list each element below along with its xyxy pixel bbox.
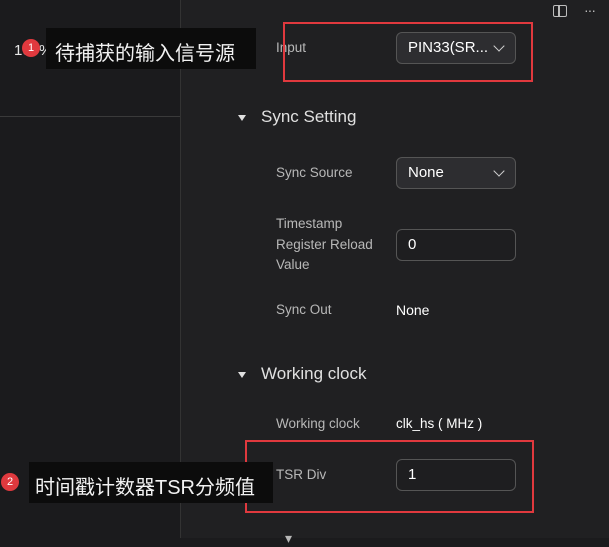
more-actions-icon[interactable]: ··· (584, 2, 596, 18)
split-editor-icon[interactable] (553, 5, 567, 17)
timestamp-label-line2: Register Reload (276, 236, 373, 252)
annotation-badge-2: 2 (1, 473, 19, 491)
collapse-caret-icon[interactable] (238, 115, 246, 121)
highlight-input (283, 22, 533, 82)
timestamp-label-line1: Timestamp (276, 216, 343, 231)
sync-source-value: None (408, 164, 444, 181)
working-clock-value: clk_hs ( MHz ) (396, 416, 483, 431)
timestamp-label: Timestamp Register Reload Value (276, 214, 373, 276)
left-divider (0, 116, 180, 117)
annotation-text-1: 待捕获的输入信号源 (55, 43, 235, 65)
timestamp-label-line3: Value (276, 257, 310, 272)
section-sync-setting[interactable]: Sync Setting (261, 107, 356, 127)
annotation-badge-1: 1 (22, 39, 40, 57)
left-pane (0, 0, 180, 538)
section-working-clock[interactable]: Working clock (261, 364, 367, 384)
annotation-callout-2: 时间戳计数器TSR分频值 (29, 462, 273, 503)
sync-out-label: Sync Out (276, 302, 332, 317)
annotation-text-2: 时间戳计数器TSR分频值 (35, 477, 255, 499)
sync-out-value: None (396, 302, 430, 318)
timestamp-reload-input[interactable]: 0 (396, 229, 516, 261)
collapse-caret-icon[interactable] (238, 372, 246, 378)
highlight-tsr-div (245, 440, 534, 513)
sync-source-label: Sync Source (276, 165, 353, 180)
next-section-partial: ▾ (285, 530, 293, 546)
annotation-callout-1: 待捕获的输入信号源 (46, 28, 256, 69)
working-clock-label: Working clock (276, 416, 360, 431)
sync-source-select[interactable]: None (396, 157, 516, 189)
chevron-down-icon (493, 165, 505, 177)
